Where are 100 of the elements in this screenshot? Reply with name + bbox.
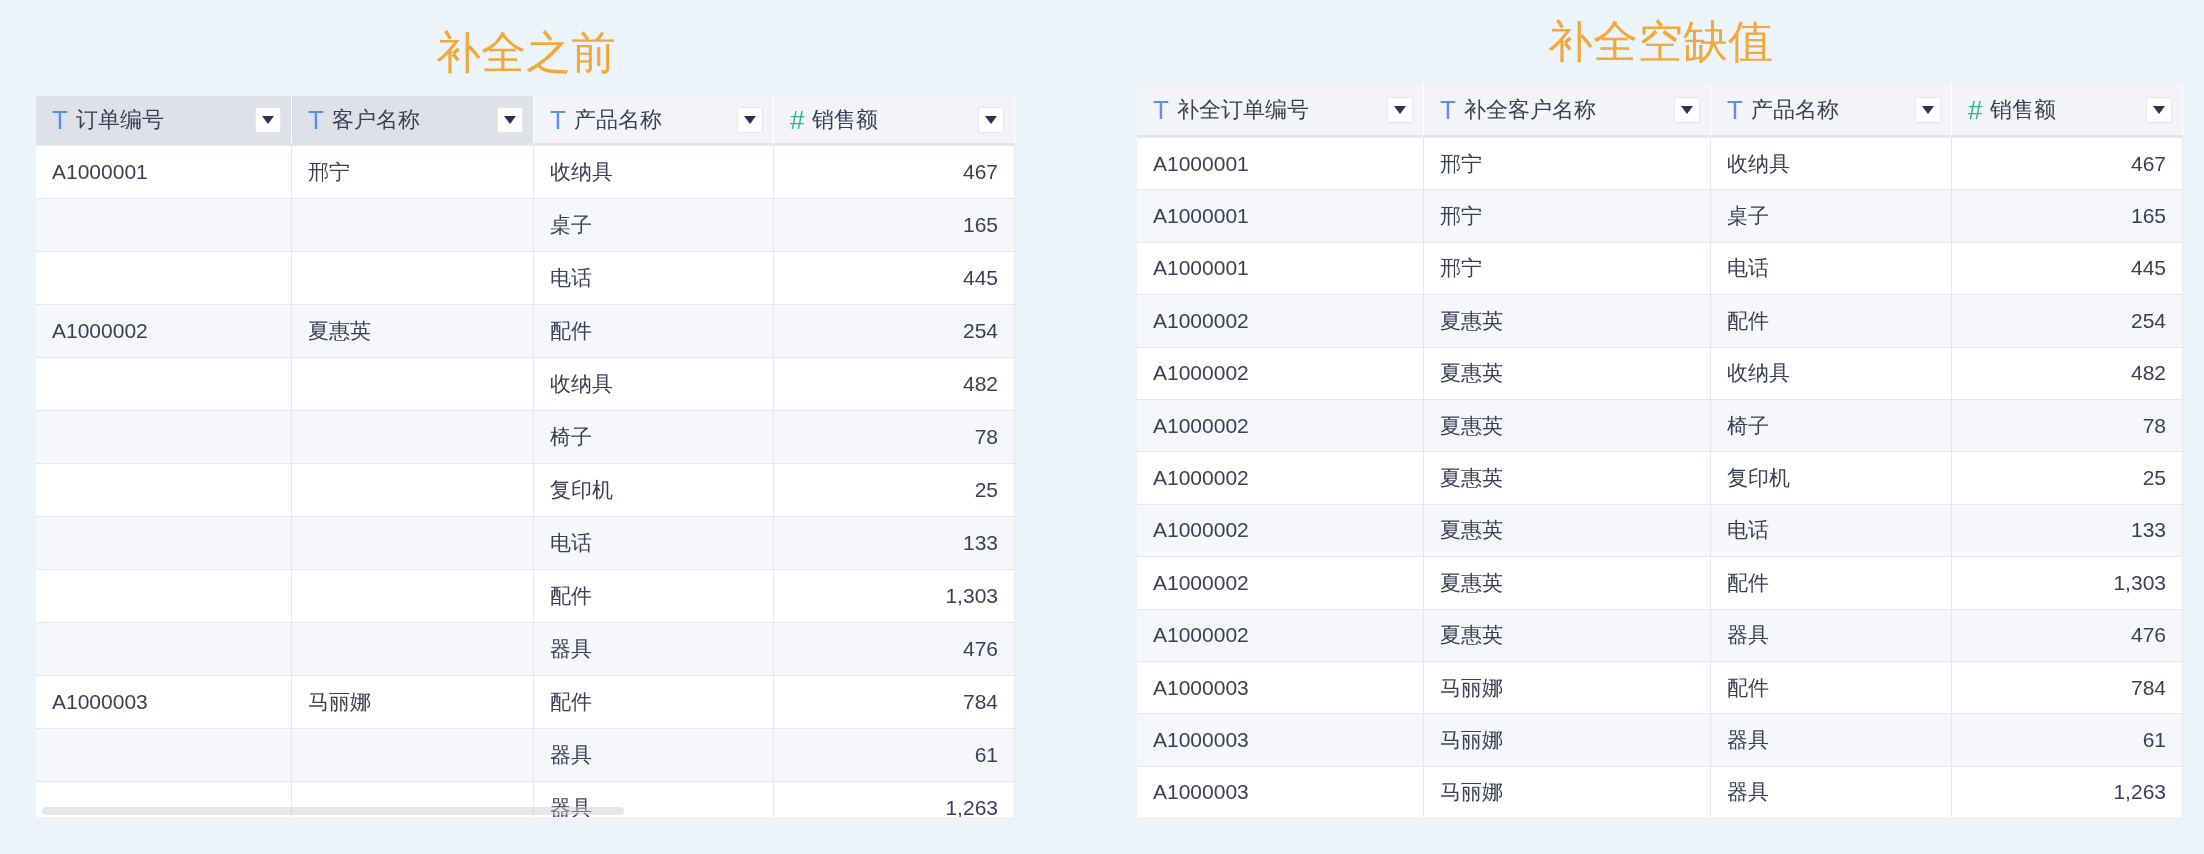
table-cell: 467: [962, 160, 998, 184]
table-cell-text: 夏惠英: [1440, 622, 1503, 649]
table-cell-text: 电话: [1727, 255, 1769, 282]
table-cell: A1000002: [52, 319, 148, 343]
caret-icon: [1681, 105, 1693, 114]
column-header[interactable]: T 补全订单编号: [1137, 84, 1424, 137]
table-cell: 25: [974, 478, 998, 502]
dropdown-button[interactable]: [978, 106, 1004, 133]
table-cell-text: 夏惠英: [1440, 307, 1503, 334]
table-cell-text: 马丽娜: [1440, 727, 1503, 753]
caret-icon: [2153, 105, 2165, 114]
table-cell: 467: [2130, 151, 2166, 176]
table-cell-text: 器具: [1727, 727, 1769, 753]
table-cell: A1000002: [1153, 518, 1249, 543]
table-cell: 784: [2130, 675, 2166, 700]
table-cell-text: 椅子: [1727, 412, 1769, 439]
table-cell: A1000003: [52, 690, 148, 714]
field-type-icon: T: [550, 106, 566, 133]
table-cell-text: 配件: [550, 318, 592, 344]
table-cell: 78: [2142, 413, 2166, 438]
table-cell-text: 夏惠英: [1440, 360, 1503, 387]
column-header[interactable]: # 销售额: [1952, 84, 2183, 137]
field-type-icon: T: [1440, 96, 1456, 123]
table-cell: A1000003: [1153, 728, 1249, 752]
column-label: 产品名称: [573, 105, 663, 134]
table-cell-text: 桌子: [1727, 203, 1769, 230]
table-cell: 61: [974, 743, 998, 767]
table-cell-text: 器具: [550, 636, 592, 662]
caret-icon: [985, 115, 997, 124]
field-type-icon: T: [52, 106, 68, 133]
table-cell: 476: [2130, 623, 2166, 648]
table-cell: 445: [2130, 256, 2166, 281]
caret-icon: [1922, 105, 1934, 114]
table-cell-text: 复印机: [550, 477, 613, 503]
field-type-icon: T: [1727, 96, 1743, 123]
dropdown-button[interactable]: [737, 106, 763, 133]
table-cell: A1000002: [1153, 623, 1249, 648]
column-header[interactable]: T 补全客户名称: [1424, 84, 1711, 137]
column-header[interactable]: T 产品名称: [534, 96, 774, 145]
table-cell-text: 器具: [1727, 779, 1769, 806]
column-header[interactable]: T 客户名称: [292, 96, 534, 145]
caret-icon: [1394, 105, 1406, 114]
table-cell-text: 复印机: [1727, 465, 1790, 492]
dropdown-button[interactable]: [1674, 96, 1700, 123]
table-cell: 78: [974, 425, 998, 449]
table-cell: 1,263: [2113, 780, 2166, 805]
table-cell-text: 夏惠英: [1440, 412, 1503, 439]
table-cell-text: 电话: [1727, 517, 1769, 544]
dropdown-button[interactable]: [1387, 96, 1413, 123]
caret-icon: [744, 115, 756, 124]
dropdown-button[interactable]: [2146, 96, 2172, 123]
column-label: 订单编号: [75, 105, 165, 134]
table-cell-text: 邢宁: [1440, 255, 1482, 282]
column-header[interactable]: T 订单编号: [36, 96, 292, 145]
table-cell: 482: [2130, 361, 2166, 386]
column-label: 销售额: [1990, 95, 2058, 124]
dropdown-button[interactable]: [255, 106, 281, 133]
column-label: 补全订单编号: [1176, 95, 1310, 124]
table-cell-text: 收纳具: [1727, 360, 1790, 387]
table-cell: A1000002: [1153, 466, 1249, 491]
table-title: 补全之前: [435, 26, 616, 80]
table-cell: A1000001: [52, 160, 148, 184]
table-cell: 165: [2130, 204, 2166, 229]
table-cell: 25: [2142, 466, 2166, 491]
table-cell: 1,303: [945, 584, 998, 608]
table-cell: 254: [2130, 308, 2166, 333]
table-cell-text: 马丽娜: [1440, 674, 1503, 701]
table-cell: 482: [962, 372, 998, 396]
caret-icon: [504, 115, 516, 124]
table-cell-text: 配件: [550, 583, 592, 609]
table-cell-text: 电话: [550, 265, 592, 291]
table-cell-text: 收纳具: [550, 159, 613, 185]
table-cell-text: 夏惠英: [1440, 569, 1503, 596]
table-cell-text: 配件: [1727, 307, 1769, 334]
table-cell-text: 器具: [1727, 622, 1769, 649]
table-cell: 476: [962, 637, 998, 661]
table-cell-text: 电话: [550, 530, 592, 556]
table-cell: A1000002: [1153, 361, 1249, 386]
table-cell: 133: [962, 531, 998, 555]
dropdown-button[interactable]: [1915, 96, 1941, 123]
table-cell: 133: [2130, 518, 2166, 543]
table-cell: A1000001: [1153, 204, 1249, 229]
table-cell-text: 邢宁: [1440, 203, 1482, 230]
table-cell: A1000002: [1153, 308, 1249, 333]
table-cell: 445: [962, 266, 998, 290]
table-cell: 784: [962, 690, 998, 714]
field-type-icon: T: [1153, 96, 1169, 123]
column-header[interactable]: T 产品名称: [1711, 84, 1952, 137]
table-cell: 254: [962, 319, 998, 343]
table-cell-text: 桌子: [550, 212, 592, 238]
table-cell: A1000001: [1153, 256, 1249, 281]
column-label: 客户名称: [331, 105, 421, 134]
table-cell-text: 器具: [550, 742, 592, 768]
dropdown-button[interactable]: [497, 106, 523, 133]
table-cell: A1000003: [1153, 780, 1249, 805]
table-cell: A1000002: [1153, 413, 1249, 438]
column-header[interactable]: # 销售额: [774, 96, 1015, 145]
caret-icon: [262, 115, 274, 124]
table-cell-text: 马丽娜: [308, 689, 371, 715]
table-cell: A1000001: [1153, 151, 1249, 176]
